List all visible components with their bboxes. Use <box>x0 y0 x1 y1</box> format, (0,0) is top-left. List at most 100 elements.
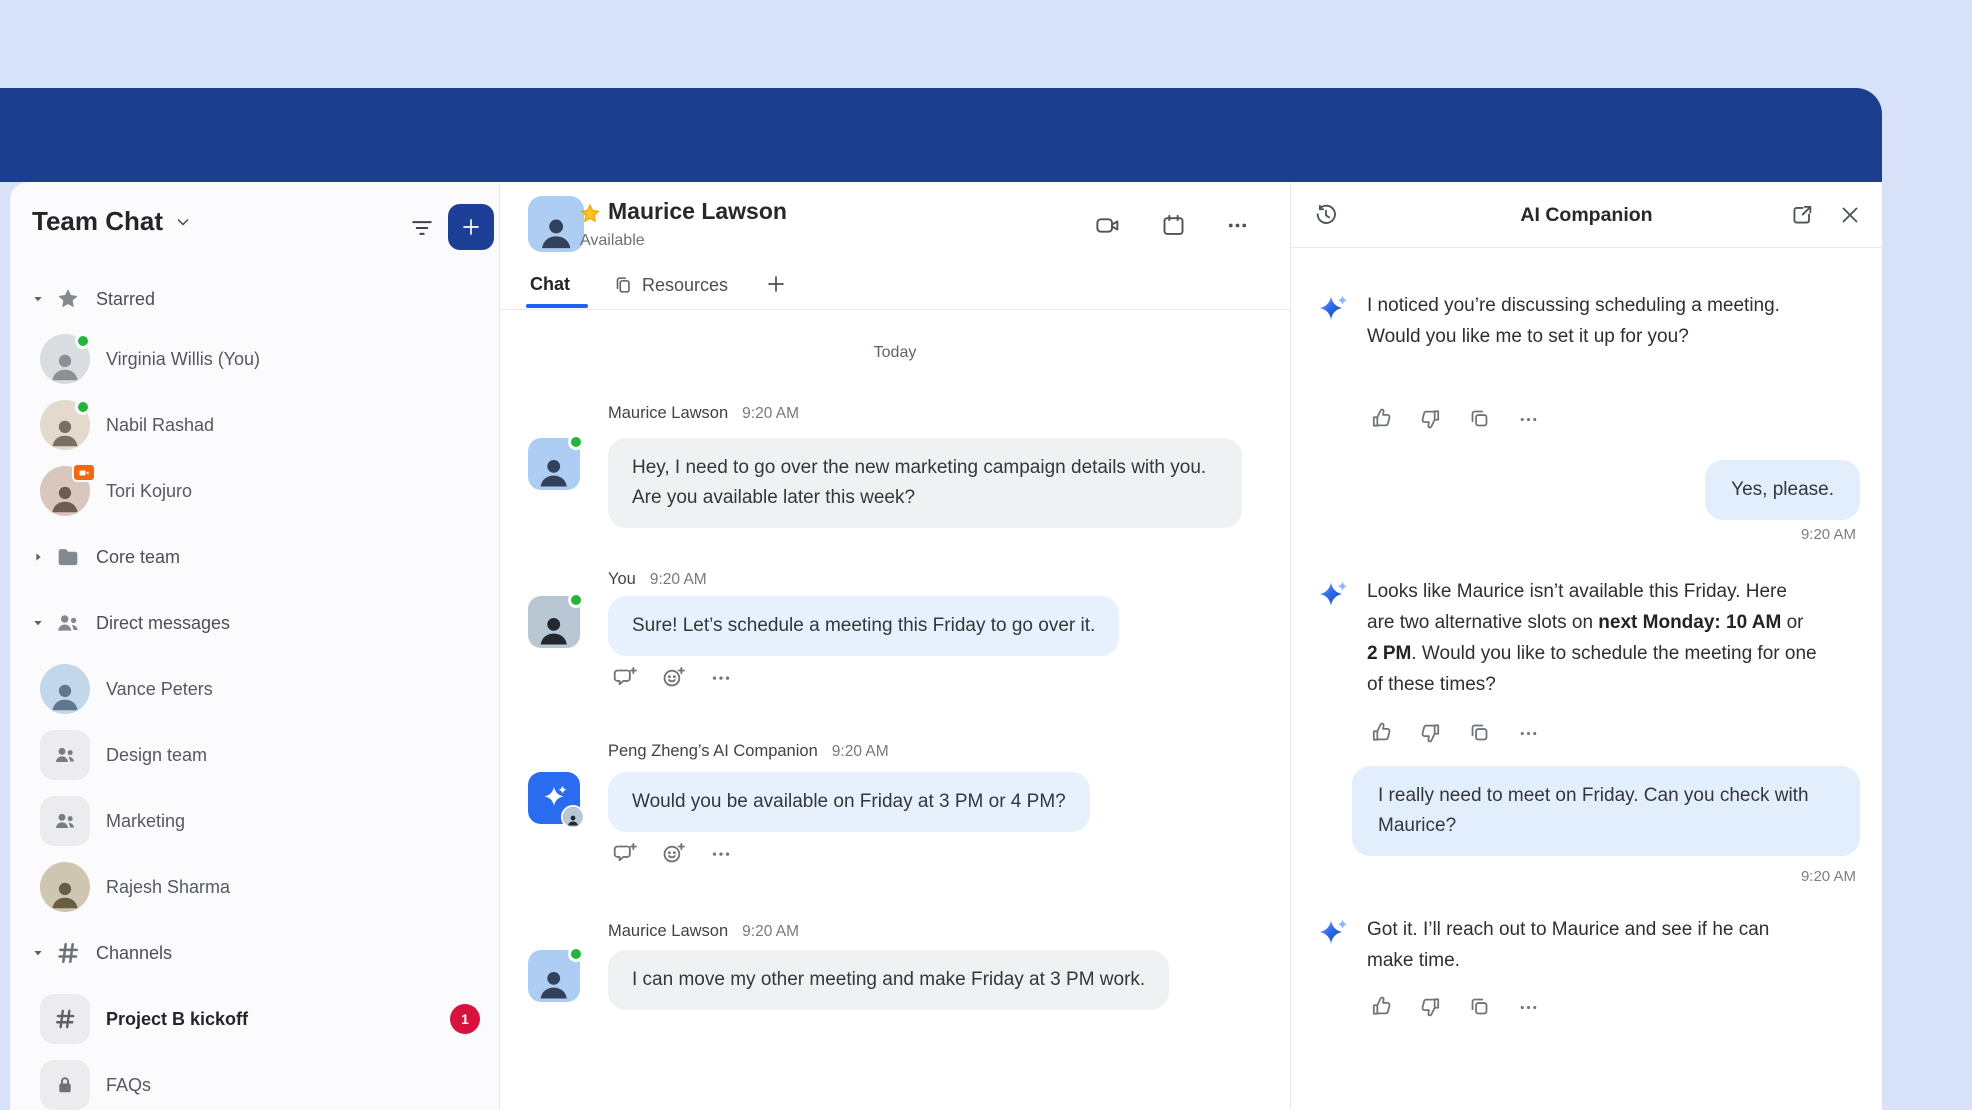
sidebar-item-faqs[interactable]: FAQs <box>10 1060 499 1110</box>
chat-main: Maurice Lawson Available Chat Resources … <box>500 182 1290 1110</box>
reply-in-thread-icon[interactable] <box>612 840 638 866</box>
message-meta: Maurice Lawson 9:20 AM <box>608 922 799 941</box>
ai-text-part: or <box>1781 612 1803 633</box>
presence-online-dot <box>568 592 584 608</box>
message-avatar[interactable] <box>528 950 580 1002</box>
sidebar-item-rajesh-sharma[interactable]: Rajesh Sharma <box>10 862 499 912</box>
reply-in-thread-icon[interactable] <box>612 664 638 690</box>
sidebar-section-direct-messages[interactable]: Direct messages <box>10 598 499 648</box>
message-actions <box>612 840 734 866</box>
folder-icon <box>54 543 82 571</box>
avatar <box>40 466 90 516</box>
sidebar-section-starred[interactable]: Starred <box>10 274 499 324</box>
sidebar-item-tori-kojuro[interactable]: Tori Kojuro <box>10 466 499 516</box>
peer-name: Maurice Lawson <box>608 198 787 225</box>
ai-more-icon[interactable] <box>1516 994 1541 1019</box>
copy-icon[interactable] <box>1467 720 1492 745</box>
channel-name: Project B kickoff <box>106 1009 248 1030</box>
ai-message-actions <box>1369 406 1541 431</box>
lock-icon <box>53 1073 77 1097</box>
channel-avatar <box>40 1060 90 1110</box>
ai-more-icon[interactable] <box>1516 720 1541 745</box>
sidebar-item-nabil-rashad[interactable]: Nabil Rashad <box>10 400 499 450</box>
ai-companion-panel: AI Companion I noticed you’re discussing… <box>1290 182 1882 1110</box>
contact-name: Virginia Willis (You) <box>106 349 260 370</box>
thumbs-down-icon[interactable] <box>1418 406 1443 431</box>
starred-contact-icon[interactable] <box>578 202 602 226</box>
message-meta: Maurice Lawson 9:20 AM <box>608 404 799 423</box>
message-avatar[interactable] <box>528 596 580 648</box>
close-panel-icon[interactable] <box>1837 202 1863 228</box>
open-in-window-icon[interactable] <box>1789 202 1815 228</box>
message-sender: Maurice Lawson <box>608 404 728 423</box>
contact-name: Tori Kojuro <box>106 481 192 502</box>
presence-online-dot <box>75 333 91 349</box>
group-name: Design team <box>106 745 207 766</box>
copy-icon[interactable] <box>1467 406 1492 431</box>
message-sender: You <box>608 570 636 589</box>
new-chat-button[interactable] <box>448 204 494 250</box>
avatar <box>40 664 90 714</box>
tab-resources[interactable]: Resources <box>612 274 728 296</box>
ai-message-actions <box>1369 994 1541 1019</box>
ai-more-icon[interactable] <box>1516 406 1541 431</box>
add-reaction-icon[interactable] <box>660 664 686 690</box>
sidebar-item-marketing[interactable]: Marketing <box>10 796 499 846</box>
sidebar-item-vance-peters[interactable]: Vance Peters <box>10 664 499 714</box>
sidebar-item-virginia-willis[interactable]: Virginia Willis (You) <box>10 334 499 384</box>
sidebar-section-channels[interactable]: Channels <box>10 928 499 978</box>
message-bubble: Would you be available on Friday at 3 PM… <box>608 772 1090 832</box>
message-time: 9:20 AM <box>742 405 799 423</box>
message-more-icon[interactable] <box>708 664 734 690</box>
peer-avatar[interactable] <box>528 196 584 252</box>
thumbs-down-icon[interactable] <box>1418 994 1443 1019</box>
caret-down-icon <box>30 291 46 307</box>
add-reaction-icon[interactable] <box>660 840 686 866</box>
contact-name: Nabil Rashad <box>106 415 214 436</box>
message-bubble: Sure! Let’s schedule a meeting this Frid… <box>608 596 1119 656</box>
tab-chat-label: Chat <box>530 274 570 295</box>
add-tab-icon[interactable] <box>764 272 791 299</box>
sidebar-title-menu[interactable]: Team Chat <box>32 206 193 237</box>
thumbs-up-icon[interactable] <box>1369 994 1394 1019</box>
filter-icon[interactable] <box>408 214 436 242</box>
chat-more-icon[interactable] <box>1224 212 1251 239</box>
thumbs-up-icon[interactable] <box>1369 720 1394 745</box>
message-sender: Peng Zheng’s AI Companion <box>608 742 818 761</box>
sidebar-title: Team Chat <box>32 206 163 237</box>
reply-time: 9:20 AM <box>1801 868 1856 885</box>
group-avatar <box>40 796 90 846</box>
tab-chat[interactable]: Chat <box>530 274 570 295</box>
video-call-icon[interactable] <box>1094 212 1121 239</box>
user-reply-bubble: I really need to meet on Friday. Can you… <box>1352 766 1860 856</box>
channel-name: FAQs <box>106 1075 151 1096</box>
ai-companion-avatar[interactable] <box>528 772 580 824</box>
folder-label: Core team <box>96 547 180 568</box>
ai-sparkle-icon <box>1315 292 1351 328</box>
message-avatar[interactable] <box>528 438 580 490</box>
ai-panel-header: AI Companion <box>1291 182 1882 248</box>
caret-right-icon <box>30 549 46 565</box>
active-tab-underline <box>526 304 588 308</box>
channel-avatar <box>40 994 90 1044</box>
message-actions <box>612 664 734 690</box>
sidebar-item-project-b-kickoff[interactable]: Project B kickoff 1 <box>10 994 499 1044</box>
hash-icon <box>52 1006 78 1032</box>
schedule-meeting-icon[interactable] <box>1160 212 1187 239</box>
thumbs-down-icon[interactable] <box>1418 720 1443 745</box>
message-more-icon[interactable] <box>708 840 734 866</box>
people-icon <box>52 742 78 768</box>
message-meta: Peng Zheng’s AI Companion 9:20 AM <box>608 742 889 761</box>
peer-status: Available <box>580 232 645 250</box>
sidebar-item-design-team[interactable]: Design team <box>10 730 499 780</box>
thumbs-up-icon[interactable] <box>1369 406 1394 431</box>
caret-down-icon <box>30 615 46 631</box>
presence-online-dot <box>75 399 91 415</box>
sidebar-folder-core-team[interactable]: Core team <box>10 532 499 582</box>
owner-mini-avatar <box>561 805 585 829</box>
caret-down-icon <box>30 945 46 961</box>
avatar <box>40 400 90 450</box>
copy-icon[interactable] <box>1467 994 1492 1019</box>
message-meta: You 9:20 AM <box>608 570 707 589</box>
ai-sparkle-icon <box>1315 578 1351 614</box>
